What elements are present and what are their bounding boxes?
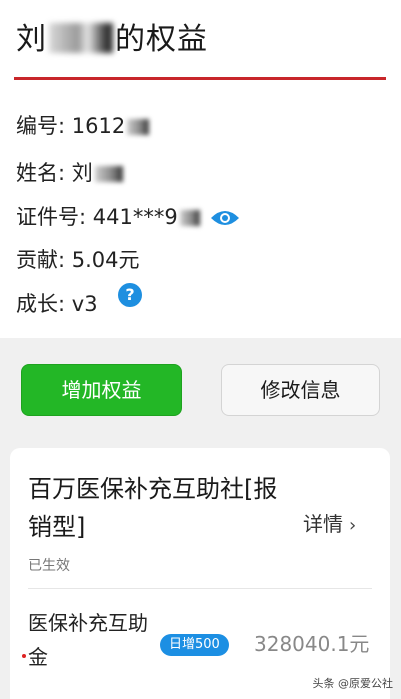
redacted-smudge — [127, 119, 150, 135]
id-number-row: 证件号: 441***9 — [16, 201, 240, 232]
title-suffix: 的权益 — [115, 22, 208, 57]
contribution-label: 贡献: — [16, 248, 66, 272]
redacted-smudge — [179, 210, 200, 226]
plan-card[interactable]: 百万医保补充互助社[报销型] 已生效 详情 › 医保补充互助金 日增500 328… — [10, 448, 390, 699]
eye-icon[interactable] — [210, 208, 240, 232]
watermark: 头条 @原爱公社 — [312, 677, 394, 690]
id-number-label: 证件号: — [16, 205, 87, 229]
title-underline — [14, 77, 386, 80]
name-label: 姓名: — [16, 161, 66, 185]
plan-status: 已生效 — [28, 558, 70, 574]
divider — [28, 588, 372, 589]
member-number-label: 编号: — [16, 114, 66, 138]
redacted-name-blur — [49, 23, 113, 53]
rights-info-card: 刘 的权益 编号: 1612 姓名: 刘 证件号: 441***9 贡献: 5.0… — [0, 0, 401, 338]
name-row: 姓名: 刘 — [16, 157, 123, 187]
fund-label: 医保补充互助金 — [28, 611, 148, 669]
growth-label: 成长: — [16, 292, 66, 316]
chevron-right-icon: › — [349, 515, 357, 536]
title-prefix: 刘 — [16, 22, 47, 57]
edit-info-button[interactable]: 修改信息 — [221, 364, 380, 416]
member-number-value: 1612 — [71, 114, 126, 138]
details-link[interactable]: 详情 › — [303, 508, 356, 537]
fund-amount: 328040.1元 — [254, 632, 370, 656]
name-value: 刘 — [71, 161, 93, 185]
plan-title: 百万医保补充互助社[报销型] — [28, 475, 278, 541]
details-label: 详情 — [303, 512, 343, 536]
contribution-row: 贡献: 5.04元 — [16, 244, 140, 274]
growth-value: v3 — [71, 292, 98, 316]
page-title: 刘 的权益 — [16, 14, 208, 58]
help-icon[interactable]: ? — [118, 283, 142, 307]
member-number-row: 编号: 1612 — [16, 110, 150, 140]
contribution-value: 5.04元 — [71, 248, 140, 272]
red-dot-marker — [22, 654, 26, 658]
redacted-smudge — [94, 166, 123, 182]
add-rights-button[interactable]: 增加权益 — [21, 364, 182, 416]
daily-increase-badge: 日增500 — [160, 634, 229, 656]
id-number-value: 441***9 — [92, 205, 178, 229]
growth-row: 成长: v3 — [16, 288, 98, 318]
